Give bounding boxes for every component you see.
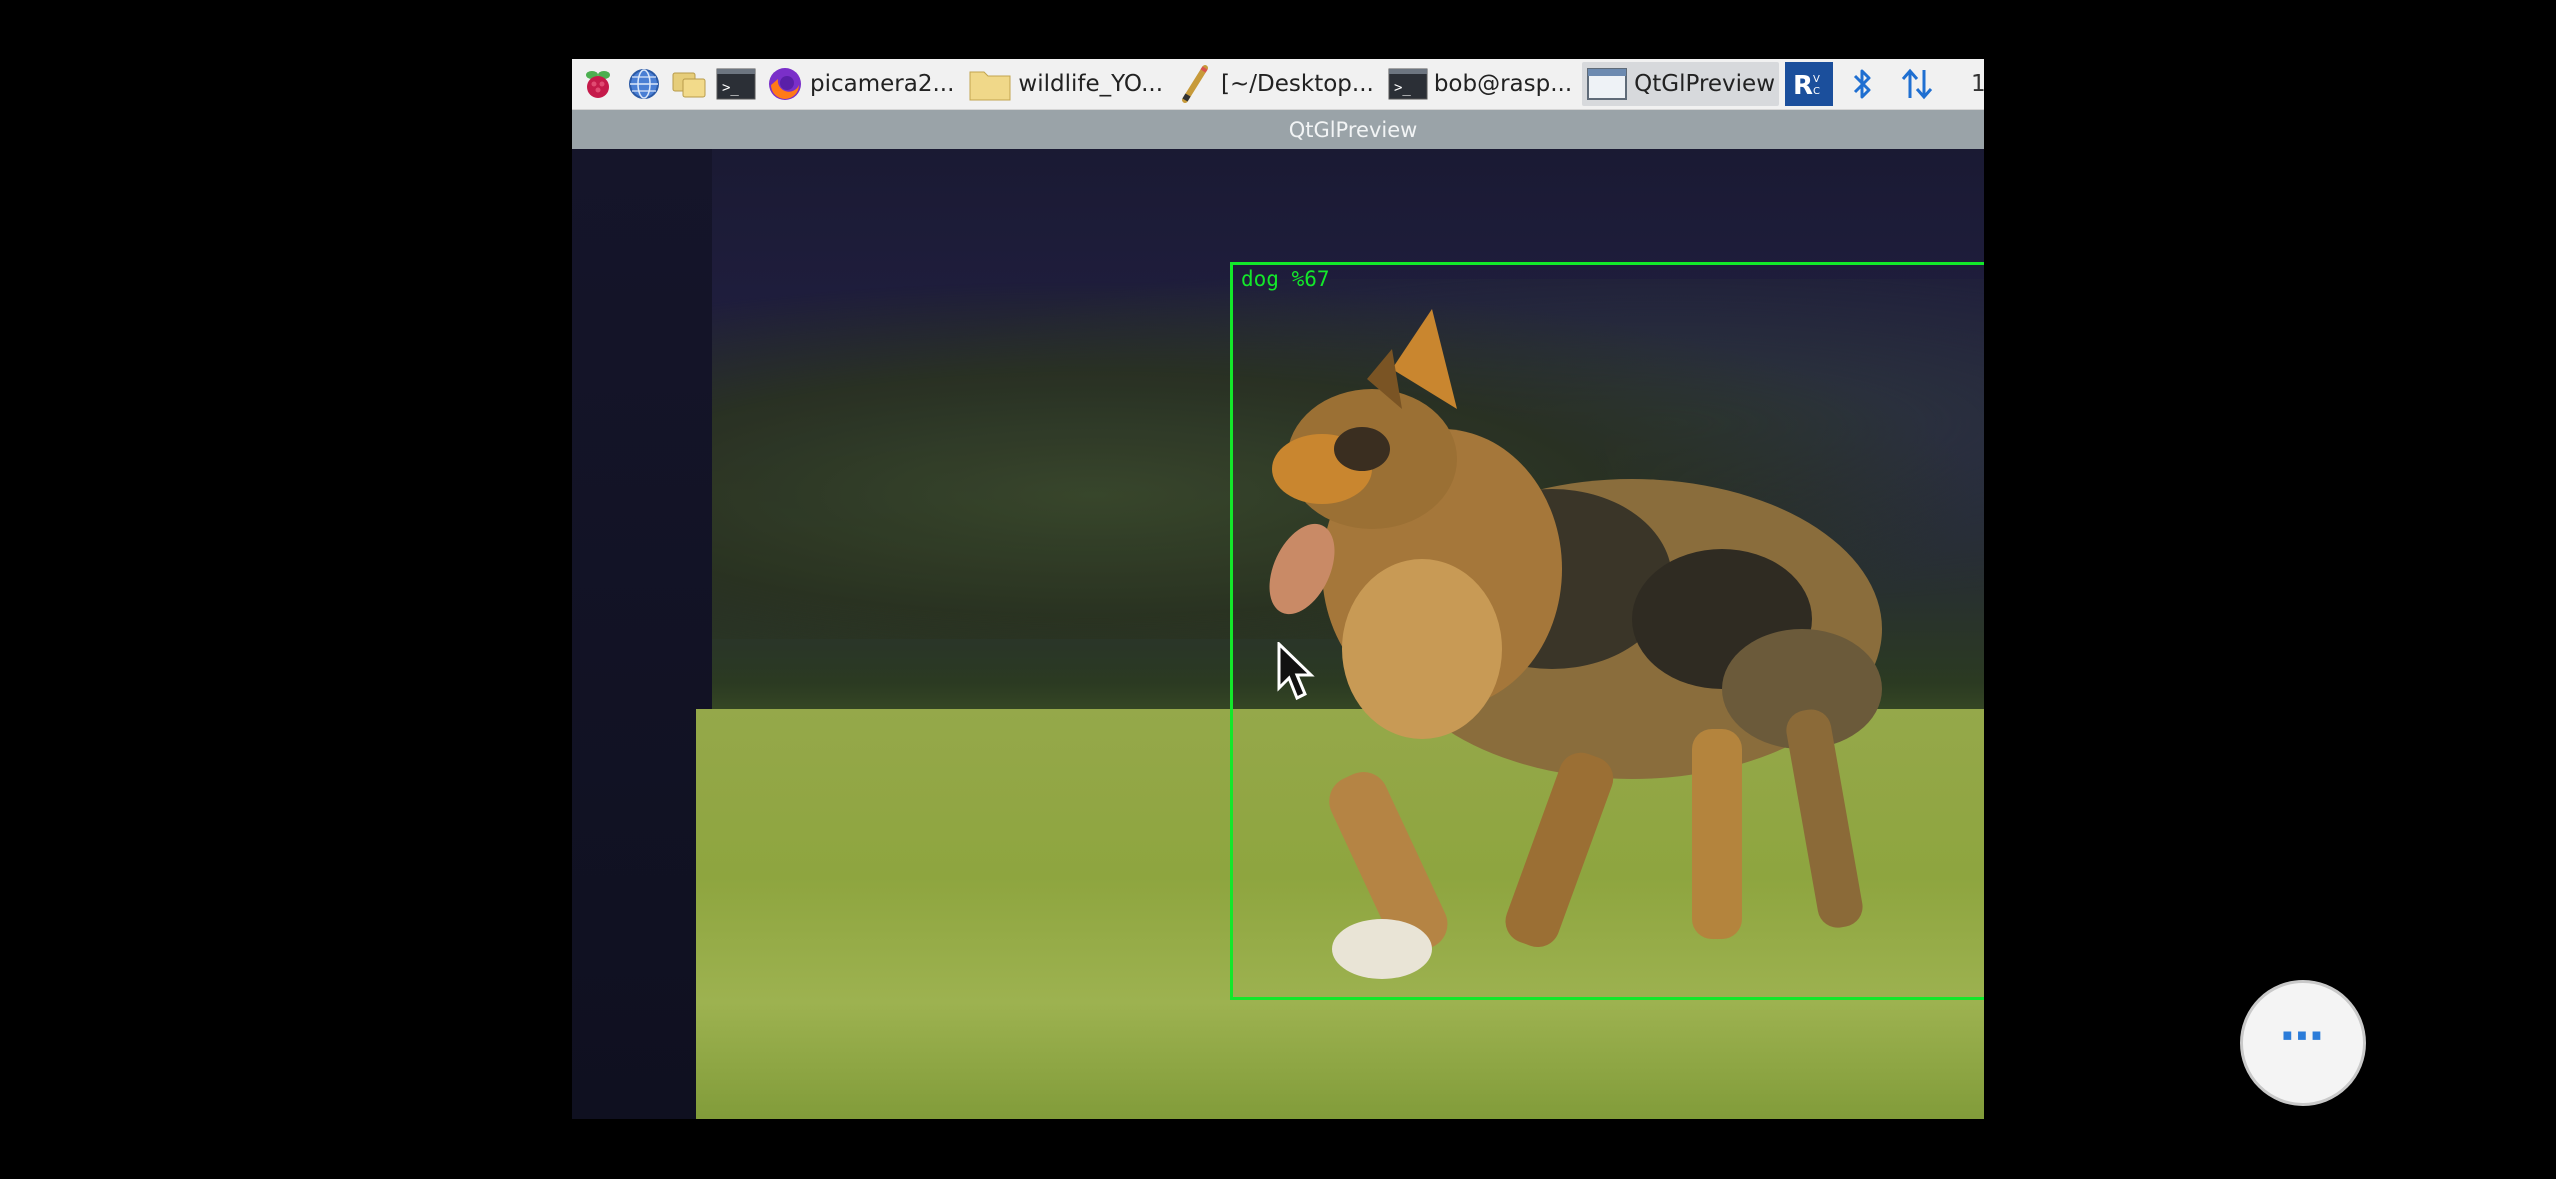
- more-options-icon: ⋯: [2280, 1010, 2326, 1062]
- task-label: [~/Desktop...: [1221, 71, 1374, 97]
- detection-bounding-box: dog %67: [1230, 262, 1984, 1000]
- firefox-icon: [769, 68, 801, 100]
- task-terminal-bob[interactable]: >_ bob@rasp...: [1384, 62, 1576, 106]
- task-wildlife-folder[interactable]: wildlife_YO...: [964, 62, 1167, 106]
- task-label: bob@rasp...: [1433, 71, 1573, 97]
- file-manager-icon[interactable]: [670, 64, 710, 104]
- task-label: picamera2...: [810, 71, 955, 97]
- bluetooth-icon[interactable]: [1839, 62, 1887, 106]
- remote-desktop: >_ picamera2... wildlife_YO... [~/Deskto…: [572, 59, 1984, 1119]
- terminal-icon: >_: [1388, 68, 1428, 100]
- text-editor-icon: [1182, 65, 1209, 103]
- svg-text:R: R: [1793, 71, 1813, 101]
- task-picamera2[interactable]: picamera2...: [762, 62, 958, 106]
- window-title-bar[interactable]: QtGlPreview: [572, 110, 1984, 149]
- system-tray: R V C 11:42: [1779, 59, 1984, 109]
- realvnc-icon[interactable]: R V C: [1785, 62, 1834, 106]
- detection-label: dog %67: [1241, 267, 1330, 291]
- window-title: QtGlPreview: [1288, 117, 1418, 142]
- mouse-cursor-icon: [1277, 642, 1315, 701]
- camera-preview: dog %67: [572, 149, 1984, 1119]
- web-browser-icon[interactable]: [624, 64, 664, 104]
- raspberry-icon[interactable]: [578, 64, 618, 104]
- more-options-button[interactable]: ⋯: [2240, 980, 2366, 1106]
- clock[interactable]: 11:42: [1971, 71, 1984, 97]
- terminal-icon[interactable]: >_: [716, 64, 756, 104]
- window-icon: [1587, 68, 1628, 100]
- svg-text:>_: >_: [1394, 80, 1411, 96]
- task-label: QtGlPreview: [1634, 71, 1776, 97]
- svg-text:V: V: [1813, 74, 1820, 85]
- svg-text:>_: >_: [722, 80, 739, 96]
- task-qtglpreview[interactable]: QtGlPreview: [1582, 62, 1780, 106]
- taskbar: >_ picamera2... wildlife_YO... [~/Deskto…: [572, 59, 1984, 110]
- task-label: wildlife_YO...: [1018, 71, 1164, 97]
- network-arrows-icon[interactable]: [1893, 62, 1941, 106]
- svg-text:C: C: [1813, 86, 1820, 97]
- folder-icon: [969, 71, 1011, 101]
- task-text-editor[interactable]: [~/Desktop...: [1173, 62, 1378, 106]
